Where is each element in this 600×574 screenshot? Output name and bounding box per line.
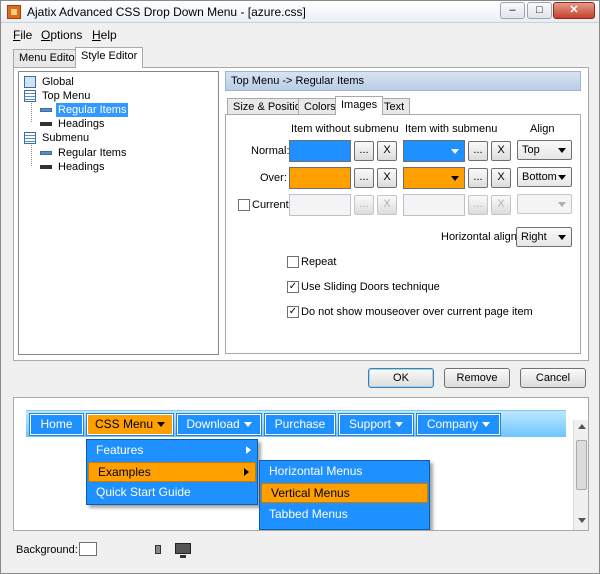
preview-menu-css-menu[interactable]: CSS Menu xyxy=(86,413,174,436)
chevron-down-icon xyxy=(243,422,252,428)
window-title: Ajatix Advanced CSS Drop Down Menu - [az… xyxy=(27,5,306,19)
current-image-swatch[interactable] xyxy=(289,194,351,216)
sliding-doors-checkbox[interactable]: ✓ xyxy=(287,281,299,293)
item-icon xyxy=(40,108,52,112)
tab-style-editor[interactable]: Style Editor xyxy=(75,47,144,68)
preview-submenu-examples[interactable]: Examples xyxy=(88,462,256,482)
chevron-down-icon xyxy=(558,235,566,240)
normal-browse-button[interactable]: ... xyxy=(354,141,374,161)
ok-button[interactable]: OK xyxy=(368,368,434,388)
heading-icon xyxy=(40,165,52,169)
scroll-up-icon[interactable] xyxy=(578,424,586,429)
chevron-down-icon xyxy=(558,175,566,180)
over-align-select[interactable]: Bottom xyxy=(517,167,572,187)
background-color-swatch[interactable] xyxy=(79,542,97,556)
scroll-down-icon[interactable] xyxy=(578,518,586,523)
preview-subsubmenu-tabbed[interactable]: Tabbed Menus xyxy=(260,505,429,525)
background-label: Background: xyxy=(16,544,78,556)
row-over-label: Over: xyxy=(260,172,287,184)
horizontal-align-select[interactable]: Right xyxy=(516,227,572,247)
over-clear-button[interactable]: X xyxy=(377,168,397,188)
repeat-checkbox[interactable] xyxy=(287,256,299,268)
sliding-doors-label: Use Sliding Doors technique xyxy=(301,281,440,293)
menu-options[interactable]: Options xyxy=(41,28,82,42)
col-with-submenu: Item with submenu xyxy=(405,123,498,135)
preview-menu-home[interactable]: Home xyxy=(29,413,84,436)
tab-menu-editor[interactable]: Menu Editor xyxy=(13,49,85,68)
chevron-down-icon xyxy=(395,422,404,428)
style-tree: Global Top Menu Regular Items Headings S… xyxy=(18,71,219,355)
preview-subsubmenu: Horizontal Menus Vertical Menus Tabbed M… xyxy=(259,460,430,530)
menu-icon xyxy=(24,132,36,144)
chevron-down-icon xyxy=(482,422,491,428)
remove-button[interactable]: Remove xyxy=(444,368,510,388)
app-icon xyxy=(7,5,21,19)
current-submenu-browse-button[interactable]: ... xyxy=(468,195,488,215)
preview-scrollbar[interactable] xyxy=(573,420,588,530)
menu-preview: Home CSS Menu Download Purchase Support … xyxy=(13,397,589,531)
current-clear-button[interactable]: X xyxy=(377,195,397,215)
title-bar: Ajatix Advanced CSS Drop Down Menu - [az… xyxy=(1,1,599,23)
preview-menu-bar: Home CSS Menu Download Purchase Support … xyxy=(26,410,566,437)
mobile-device-icon[interactable] xyxy=(155,545,161,554)
globe-icon xyxy=(24,76,36,88)
preview-subsubmenu-horizontal[interactable]: Horizontal Menus xyxy=(260,462,429,482)
preview-menu-support[interactable]: Support xyxy=(338,413,414,436)
current-submenu-clear-button[interactable]: X xyxy=(491,195,511,215)
preview-subsubmenu-vertical[interactable]: Vertical Menus xyxy=(261,483,428,503)
over-image-swatch[interactable] xyxy=(289,167,351,189)
menu-file[interactable]: File xyxy=(13,28,32,42)
normal-submenu-browse-button[interactable]: ... xyxy=(468,141,488,161)
preview-menu-company[interactable]: Company xyxy=(416,413,501,436)
col-without-submenu: Item without submenu xyxy=(291,123,399,135)
horizontal-align-label: Horizontal align: xyxy=(441,231,520,243)
cancel-button[interactable]: Cancel xyxy=(520,368,586,388)
normal-submenu-image-swatch[interactable] xyxy=(403,140,465,162)
maximize-button[interactable]: □ xyxy=(527,2,552,19)
heading-icon xyxy=(40,122,52,126)
menu-bar: File Options Help xyxy=(1,26,599,44)
chevron-down-icon xyxy=(558,148,566,153)
chevron-down-icon xyxy=(451,176,459,181)
col-align: Align xyxy=(530,123,555,135)
app-window: Ajatix Advanced CSS Drop Down Menu - [az… xyxy=(0,0,600,574)
tab-images[interactable]: Images xyxy=(335,96,384,115)
no-mouseover-checkbox[interactable]: ✓ xyxy=(287,306,299,318)
repeat-label: Repeat xyxy=(301,256,337,268)
current-checkbox[interactable] xyxy=(238,199,250,211)
current-submenu-image-swatch[interactable] xyxy=(403,194,465,216)
preview-submenu: Features Examples Quick Start Guide xyxy=(86,439,258,505)
over-browse-button[interactable]: ... xyxy=(354,168,374,188)
normal-clear-button[interactable]: X xyxy=(377,141,397,161)
menu-help[interactable]: Help xyxy=(92,28,117,42)
chevron-down-icon xyxy=(451,149,459,154)
preview-submenu-features[interactable]: Features xyxy=(87,441,257,461)
section-header: Top Menu -> Regular Items xyxy=(225,71,581,91)
chevron-right-icon xyxy=(246,446,251,454)
close-button[interactable]: ✕ xyxy=(553,2,595,19)
over-submenu-browse-button[interactable]: ... xyxy=(468,168,488,188)
monitor-icon[interactable] xyxy=(175,543,191,558)
normal-submenu-clear-button[interactable]: X xyxy=(491,141,511,161)
item-icon xyxy=(40,151,52,155)
normal-align-select[interactable]: Top xyxy=(517,140,572,160)
chevron-right-icon xyxy=(244,468,249,476)
menu-icon xyxy=(24,90,36,102)
normal-image-swatch[interactable] xyxy=(289,140,351,162)
row-current-label: Current xyxy=(252,199,289,211)
chevron-down-icon xyxy=(157,422,166,428)
no-mouseover-label: Do not show mouseover over current page … xyxy=(301,306,533,318)
over-submenu-clear-button[interactable]: X xyxy=(491,168,511,188)
current-align-select[interactable] xyxy=(517,194,572,214)
preview-submenu-quick-start[interactable]: Quick Start Guide xyxy=(87,483,257,503)
current-browse-button[interactable]: ... xyxy=(354,195,374,215)
preview-menu-download[interactable]: Download xyxy=(176,413,262,436)
over-submenu-image-swatch[interactable] xyxy=(403,167,465,189)
chevron-down-icon xyxy=(558,202,566,207)
row-normal-label: Normal: xyxy=(251,145,290,157)
preview-menu-purchase[interactable]: Purchase xyxy=(264,413,336,436)
minimize-button[interactable]: – xyxy=(500,2,525,19)
scroll-thumb[interactable] xyxy=(576,440,587,490)
